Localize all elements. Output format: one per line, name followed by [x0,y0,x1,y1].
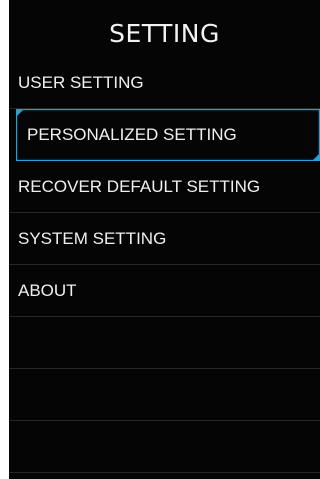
menu-item-label: SYSTEM SETTING [18,229,167,248]
menu-item-label: PERSONALIZED SETTING [27,125,237,144]
settings-menu: USER SETTING PERSONALIZED SETTING RECOVE… [9,57,320,473]
settings-screen: SETTING USER SETTING PERSONALIZED SETTIN… [9,0,320,479]
empty-menu-row [9,317,320,369]
menu-item-label: USER SETTING [18,73,144,92]
selection-corner-bottom-right [312,153,319,160]
menu-item-user-setting[interactable]: USER SETTING [9,57,320,109]
page-title: SETTING [109,19,220,48]
empty-menu-row [9,369,320,421]
menu-item-system-setting[interactable]: SYSTEM SETTING [9,213,320,265]
menu-item-about[interactable]: ABOUT [9,265,320,317]
menu-item-label: RECOVER DEFAULT SETTING [18,177,261,196]
empty-menu-row [9,421,320,473]
menu-item-personalized-setting[interactable]: PERSONALIZED SETTING [16,109,320,161]
menu-item-recover-default-setting[interactable]: RECOVER DEFAULT SETTING [9,161,320,213]
selection-corner-top-left [17,110,24,117]
menu-item-label: ABOUT [18,281,77,300]
